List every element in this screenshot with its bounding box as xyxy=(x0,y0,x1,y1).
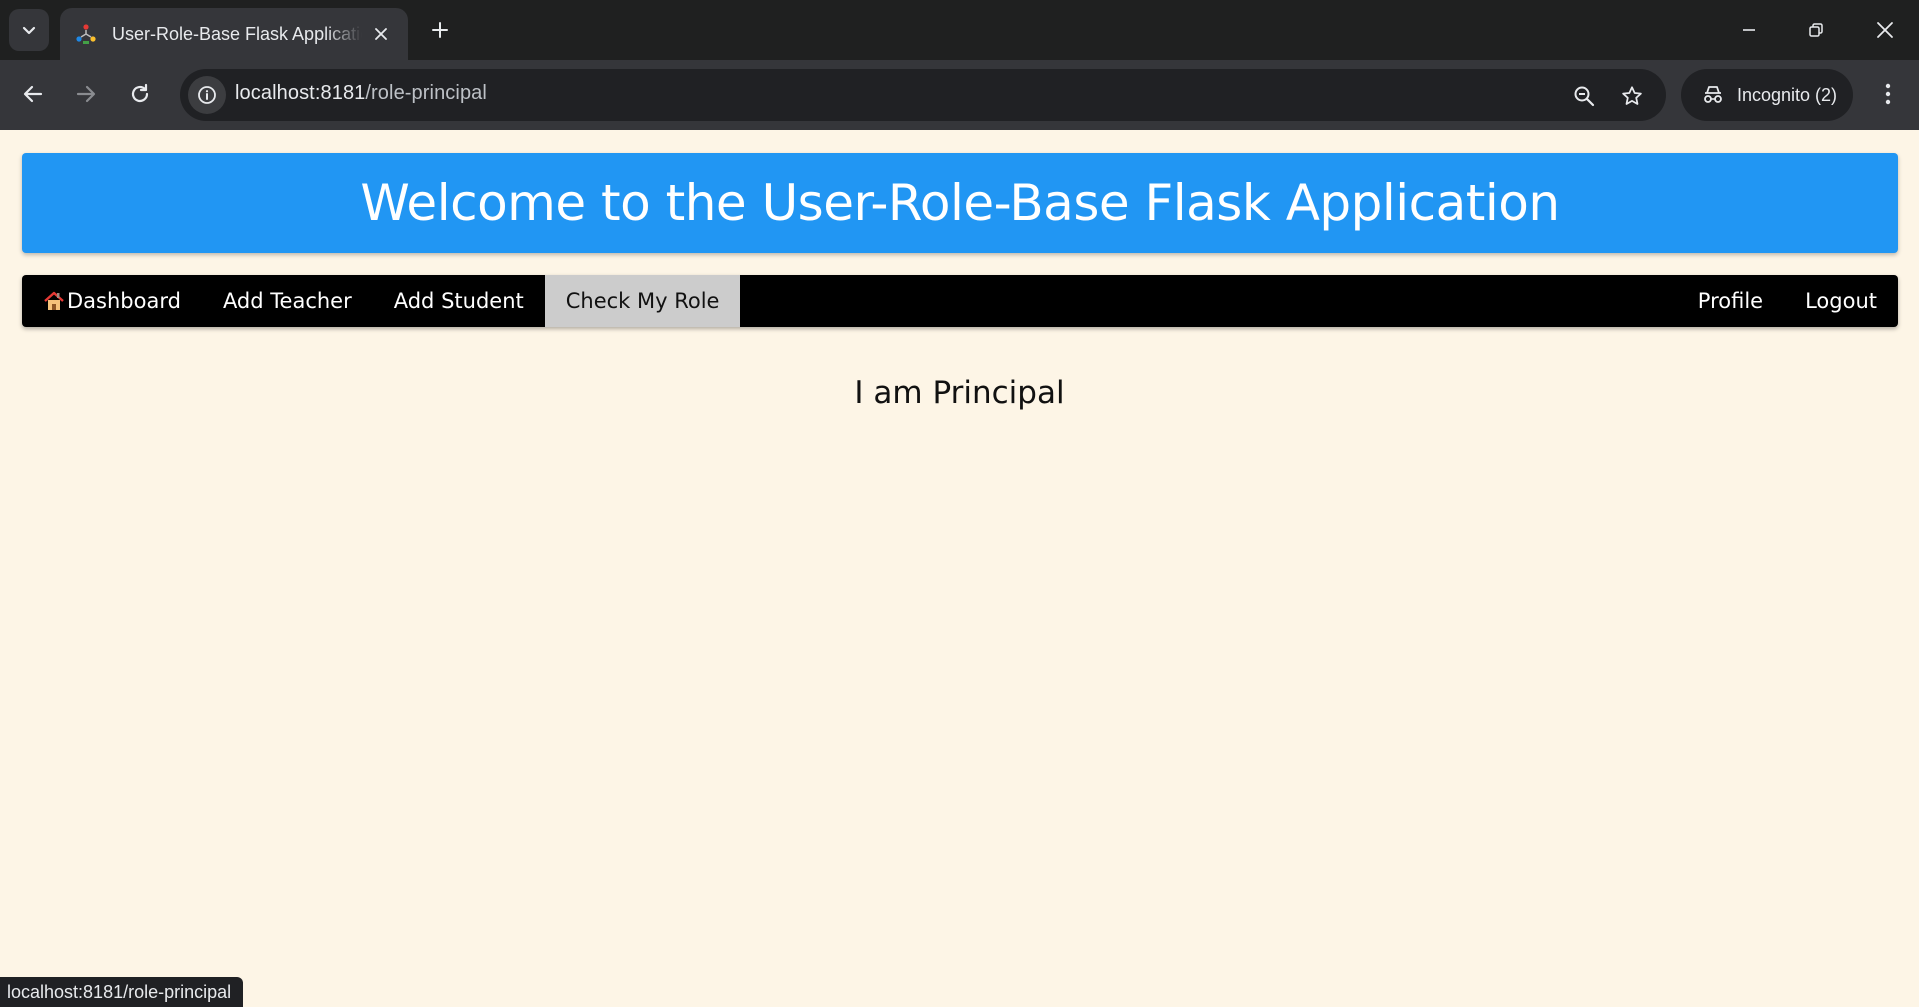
reload-icon xyxy=(131,83,149,103)
house-icon xyxy=(43,290,65,312)
browser-menu-button[interactable] xyxy=(1870,73,1906,115)
address-bar[interactable]: localhost:8181/role-principal xyxy=(180,69,1666,121)
url-text[interactable]: localhost:8181/role-principal xyxy=(235,82,487,105)
active-tab[interactable]: User-Role-Base Flask Application xyxy=(60,8,408,60)
tab-search-button[interactable] xyxy=(9,9,49,51)
zoom-button[interactable] xyxy=(1566,78,1602,114)
minimize-icon xyxy=(1743,29,1755,31)
nav-add-student[interactable]: Add Student xyxy=(373,275,545,327)
welcome-banner: Welcome to the User-Role-Base Flask Appl… xyxy=(22,153,1898,253)
close-icon xyxy=(1877,22,1893,38)
tab-strip: User-Role-Base Flask Application xyxy=(0,0,1919,60)
nav-profile[interactable]: Profile xyxy=(1677,275,1784,327)
nav-check-my-role[interactable]: Check My Role xyxy=(544,275,741,327)
back-button[interactable] xyxy=(12,73,54,115)
tab-title: User-Role-Base Flask Application xyxy=(112,23,362,44)
plus-icon xyxy=(432,22,448,38)
arrow-right-icon xyxy=(76,85,96,103)
star-icon xyxy=(1622,86,1642,105)
incognito-label: Incognito (2) xyxy=(1737,84,1838,105)
kebab-menu-icon xyxy=(1885,83,1891,105)
restore-button[interactable] xyxy=(1789,6,1843,54)
close-window-button[interactable] xyxy=(1858,6,1912,54)
main-navbar: Dashboard Add Teacher Add Student Check … xyxy=(22,275,1898,327)
incognito-icon xyxy=(1704,86,1722,103)
bookmark-button[interactable] xyxy=(1614,78,1650,114)
tab-close-icon[interactable] xyxy=(368,21,394,47)
info-icon xyxy=(198,86,216,104)
incognito-button[interactable]: Incognito (2) xyxy=(1681,69,1853,121)
forward-button[interactable] xyxy=(65,73,107,115)
browser-toolbar: localhost:8181/role-principal Incognito … xyxy=(0,60,1919,130)
status-bar-url: localhost:8181/role-principal xyxy=(0,977,244,1007)
nav-dashboard-label: Dashboard xyxy=(67,289,181,313)
new-tab-button[interactable] xyxy=(424,12,456,48)
url-path: /role-principal xyxy=(365,82,487,104)
minimize-button[interactable] xyxy=(1722,6,1776,54)
navbar-right: Profile Logout xyxy=(1677,275,1898,327)
nav-dashboard[interactable]: Dashboard xyxy=(22,275,202,327)
role-message: I am Principal xyxy=(854,375,1065,411)
reload-button[interactable] xyxy=(119,73,161,115)
restore-icon xyxy=(1809,23,1823,37)
nav-add-teacher[interactable]: Add Teacher xyxy=(202,275,373,327)
zoom-out-icon xyxy=(1574,86,1595,107)
page-content: Welcome to the User-Role-Base Flask Appl… xyxy=(0,130,1919,1007)
navbar-left: Dashboard Add Teacher Add Student Check … xyxy=(22,275,741,327)
app-favicon-icon xyxy=(74,22,98,46)
arrow-left-icon xyxy=(23,85,43,103)
url-host: localhost:8181 xyxy=(235,82,366,104)
chevron-down-icon xyxy=(22,26,36,35)
site-info-button[interactable] xyxy=(188,76,226,114)
nav-logout[interactable]: Logout xyxy=(1784,275,1898,327)
page-title: Welcome to the User-Role-Base Flask Appl… xyxy=(360,174,1560,232)
